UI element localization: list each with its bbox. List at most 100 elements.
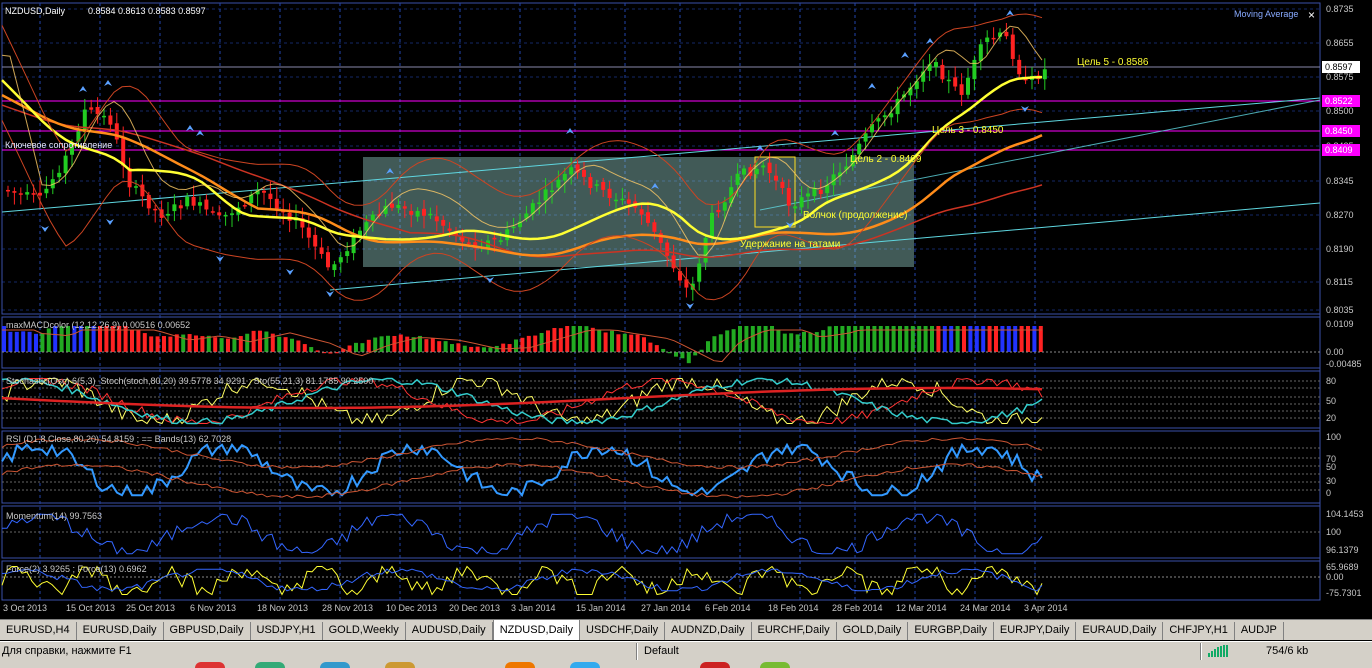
macd-histogram-bar: [8, 331, 13, 352]
macd-histogram-bar: [40, 333, 45, 352]
candle-bearish: [409, 210, 414, 215]
macd-histogram-bar: [706, 341, 710, 352]
chart-tab-gold-weekly[interactable]: GOLD,Weekly: [323, 622, 406, 640]
candle-bullish: [511, 226, 516, 229]
chart-tab-eurusd-h4[interactable]: EURUSD,H4: [0, 622, 77, 640]
rsi-scale: 50: [1326, 462, 1336, 472]
chart-tab-gold-daily[interactable]: GOLD,Daily: [837, 622, 909, 640]
app-icon[interactable]: [700, 662, 730, 668]
macd-histogram-bar: [526, 335, 531, 352]
stoch-scale: 20: [1326, 413, 1336, 423]
candle-bullish: [230, 213, 234, 215]
chart-tab-usdjpy-h1[interactable]: USDJPY,H1: [251, 622, 323, 640]
candle-bearish: [89, 107, 94, 110]
macd-histogram-bar: [565, 326, 570, 352]
chart-tab-nzdusd-daily[interactable]: NZDUSD,Daily: [492, 620, 581, 640]
candle-bullish: [550, 190, 554, 193]
candle-bullish: [742, 168, 746, 175]
macd-histogram-bar: [21, 331, 26, 352]
chart-tab-eurjpy-daily[interactable]: EURJPY,Daily: [994, 622, 1077, 640]
macd-histogram-bar: [290, 338, 294, 352]
app-icon[interactable]: [385, 662, 415, 668]
chart-tab-chfjpy-h1[interactable]: CHFJPY,H1: [1163, 622, 1235, 640]
chart-canvas[interactable]: 0.87350.86550.85750.85000.84250.83450.82…: [0, 0, 1372, 619]
candle-bearish: [268, 193, 273, 200]
candle-bullish: [876, 118, 881, 122]
candle-bullish: [172, 204, 177, 212]
macd-panel[interactable]: [1, 316, 1321, 369]
chart-tab-usdchf-daily[interactable]: USDCHF,Daily: [580, 622, 666, 640]
candle-bullish: [82, 109, 87, 133]
app-icon[interactable]: [195, 662, 225, 668]
momentum-scale: 104.1453: [1326, 509, 1364, 519]
app-icon[interactable]: [570, 662, 600, 668]
macd-histogram-bar: [520, 337, 525, 352]
candle-bullish: [735, 173, 740, 185]
macd-histogram-bar: [680, 352, 685, 359]
candle-bearish: [326, 252, 330, 268]
macd-histogram-bar: [462, 345, 467, 352]
chart-tab-eurchf-daily[interactable]: EURCHF,Daily: [752, 622, 837, 640]
rsi-scale: 0: [1326, 488, 1331, 498]
app-icon[interactable]: [320, 662, 350, 668]
status-separator: [1200, 643, 1202, 660]
chart-tab-eurusd-daily[interactable]: EURUSD,Daily: [77, 622, 164, 640]
candle-bearish: [38, 192, 42, 196]
status-help-text: Для справки, нажмите F1: [2, 645, 132, 657]
app-icon[interactable]: [760, 662, 790, 668]
candle-bearish: [1017, 59, 1022, 75]
macd-histogram-bar: [354, 342, 358, 352]
rsi-label: RSI (D1,8,Close,80,20) 54.8159 ; == Band…: [6, 434, 231, 444]
chart-tab-gbpusd-daily[interactable]: GBPUSD,Daily: [164, 622, 251, 640]
candle-bearish: [626, 199, 631, 204]
candle-bullish: [614, 199, 618, 202]
chart-tab-audusd-daily[interactable]: AUDUSD,Daily: [406, 622, 493, 640]
macd-histogram-bar: [571, 326, 576, 352]
candle-bullish: [57, 172, 62, 178]
macd-histogram-bar: [379, 336, 384, 352]
app-icon[interactable]: [505, 662, 535, 668]
rsi-scale: 100: [1326, 432, 1341, 442]
candle-bearish: [780, 181, 785, 188]
candle-bearish: [242, 205, 247, 207]
chart-tab-euraud-daily[interactable]: EURAUD,Daily: [1076, 622, 1164, 640]
macd-histogram-bar: [654, 345, 659, 352]
date-axis-label: 18 Feb 2014: [768, 603, 819, 613]
candle-bullish: [370, 214, 375, 222]
chart-tab-audjp[interactable]: AUDJP: [1235, 622, 1284, 640]
date-axis-label: 3 Oct 2013: [3, 603, 47, 613]
macd-histogram-bar: [578, 326, 582, 352]
price-scale-label: 0.8575: [1326, 72, 1354, 82]
chart-tab-eurgbp-daily[interactable]: EURGBP,Daily: [908, 622, 994, 640]
macd-histogram-bar: [398, 334, 403, 352]
stoch-scale: 80: [1326, 376, 1336, 386]
candle-bearish: [466, 242, 471, 244]
candle-bullish: [102, 115, 106, 118]
macd-histogram-bar: [846, 326, 851, 352]
macd-histogram-bar: [539, 332, 544, 352]
candle-bearish: [652, 222, 657, 232]
price-scale-label: 0.8270: [1326, 210, 1354, 220]
macd-histogram-bar: [136, 330, 141, 352]
candle-bullish: [44, 188, 49, 194]
candle-bearish: [665, 242, 670, 256]
macd-histogram-bar: [795, 334, 800, 352]
macd-histogram-bar: [763, 326, 768, 352]
candle-bearish: [959, 84, 964, 95]
candle-bullish: [710, 212, 714, 238]
candle-bearish: [210, 211, 215, 213]
date-axis-label: 25 Oct 2013: [126, 603, 175, 613]
date-axis-label: 18 Nov 2013: [257, 603, 308, 613]
macd-histogram-bar: [584, 326, 589, 352]
date-axis-label: 27 Jan 2014: [641, 603, 691, 613]
chart-tab-audnzd-daily[interactable]: AUDNZD,Daily: [665, 622, 752, 640]
annotation-wave: Волчок (продолжение): [803, 210, 907, 221]
candle-bullish: [537, 202, 542, 205]
macd-histogram-bar: [206, 335, 211, 352]
status-profile[interactable]: Default: [644, 644, 679, 659]
macd-histogram-bar: [853, 326, 858, 352]
macd-histogram-bar: [789, 333, 794, 352]
macd-histogram-bar: [181, 334, 186, 352]
app-icon[interactable]: [255, 662, 285, 668]
taskbar-strip: [0, 660, 1372, 668]
